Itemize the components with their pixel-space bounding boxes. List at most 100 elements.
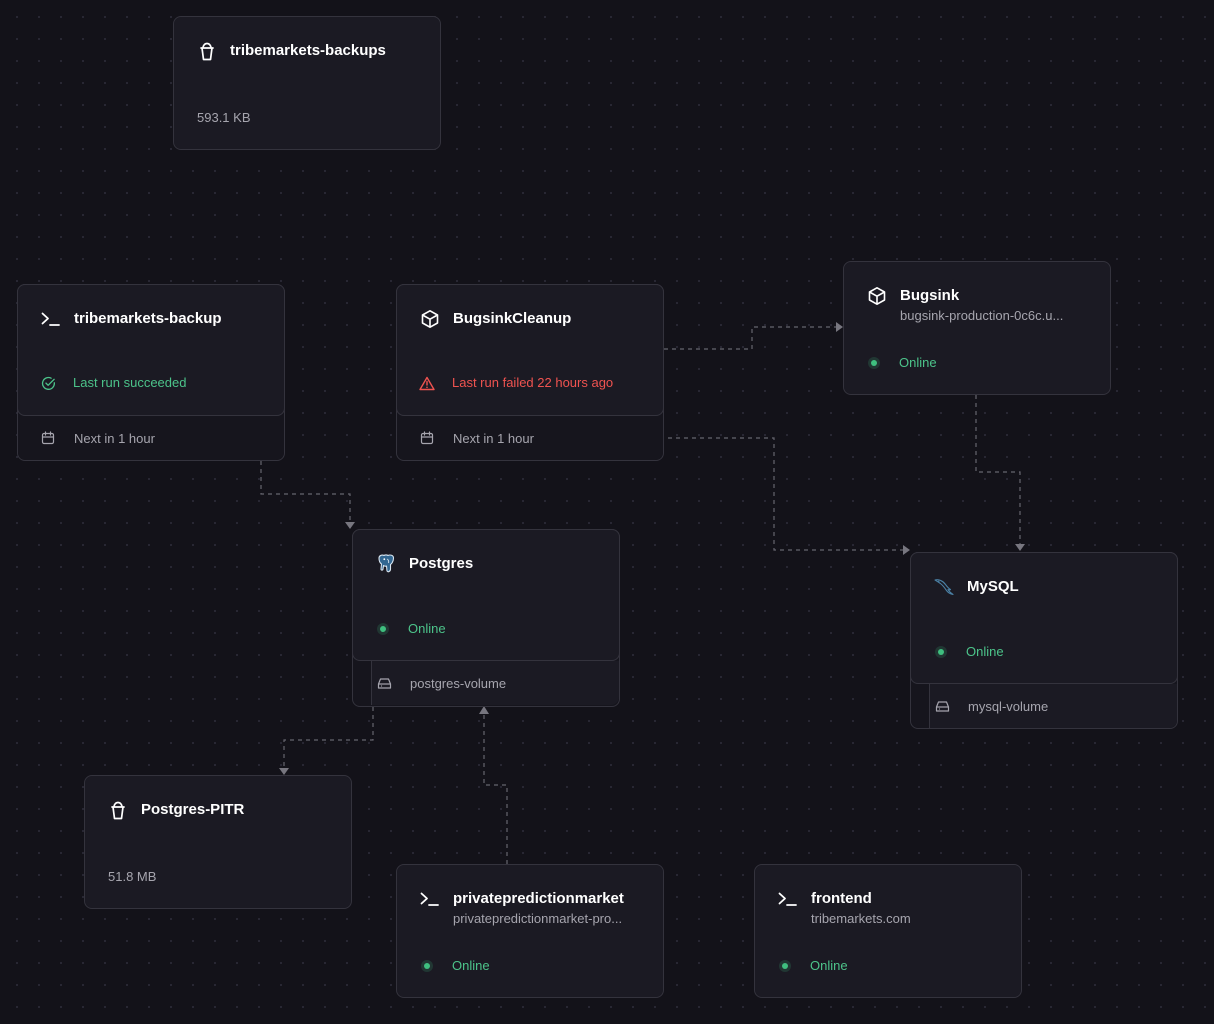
node-body: Postgres-PITR 51.8 MB (85, 776, 351, 908)
node-title: Postgres-PITR (141, 801, 245, 818)
terminal-icon (40, 308, 62, 330)
volume-attachment[interactable]: postgres-volume (371, 661, 619, 705)
node-body: Bugsink bugsink-production-0c6c.u... Onl… (844, 262, 1110, 394)
node-title: tribemarkets-backup (74, 310, 222, 327)
edge-arrow-bugsink-left (836, 322, 843, 332)
edge-cleanup-to-mysql (668, 437, 903, 551)
project-canvas[interactable]: tribemarkets-backups 593.1 KB tribemarke… (0, 0, 1214, 1024)
edge-ppm-to-postgres (483, 714, 508, 864)
node-body: Postgres Online (352, 529, 620, 661)
node-header: Postgres (375, 552, 597, 575)
run-status-text: Last run failed 22 hours ago (452, 375, 614, 390)
node-domain: privatepredictionmarket-pro... (453, 911, 623, 926)
service-status-text: Online (452, 958, 490, 973)
volume-footer[interactable]: postgres-volume (353, 661, 619, 705)
cube-icon (419, 308, 441, 330)
terminal-icon (777, 888, 799, 910)
hard-drive-icon (376, 675, 392, 691)
volume-name: mysql-volume (968, 698, 1049, 714)
bucket-icon (196, 40, 218, 62)
volume-stub (911, 684, 929, 728)
node-body: privatepredictionmarket privatepredictio… (397, 865, 663, 997)
node-body: BugsinkCleanup Last run failed 22 hours … (396, 284, 664, 416)
node-body: MySQL Online (910, 552, 1178, 684)
calendar-icon (419, 430, 435, 446)
online-dot-icon (375, 621, 391, 637)
edge-arrow-pitr-top (279, 768, 289, 775)
run-status: Last run succeeded (40, 374, 186, 392)
bucket-size: 51.8 MB (108, 869, 157, 884)
mysql-dolphin-icon (933, 576, 955, 598)
online-dot-icon (866, 355, 882, 371)
edge-postgres-to-pitr (283, 707, 374, 768)
node-title: MySQL (967, 578, 1019, 595)
node-body: tribemarkets-backup Last run succeeded (17, 284, 285, 416)
service-status-text: Online (810, 958, 848, 973)
node-postgres[interactable]: Postgres Online postgres-volume (352, 529, 620, 707)
check-circle-icon (40, 375, 56, 391)
schedule-footer: Next in 1 hour (397, 416, 663, 460)
postgres-elephant-icon (375, 553, 397, 575)
node-title: Bugsink (900, 287, 960, 304)
node-bugsink[interactable]: Bugsink bugsink-production-0c6c.u... Onl… (843, 261, 1111, 395)
node-title: Postgres (409, 555, 474, 572)
node-body: frontend tribemarkets.com Online (755, 865, 1021, 997)
node-header: tribemarkets-backup (40, 307, 262, 330)
node-title: BugsinkCleanup (453, 310, 572, 327)
schedule-text: Next in 1 hour (453, 430, 534, 446)
node-title: tribemarkets-backups (230, 42, 386, 59)
bucket-icon (107, 799, 129, 821)
node-postgres-pitr[interactable]: Postgres-PITR 51.8 MB (84, 775, 352, 909)
node-mysql[interactable]: MySQL Online mysql-volume (910, 552, 1178, 729)
run-status: Last run failed 22 hours ago (419, 374, 613, 392)
node-tribemarkets-backups[interactable]: tribemarkets-backups 593.1 KB (173, 16, 441, 150)
volume-footer[interactable]: mysql-volume (911, 684, 1177, 728)
edge-backup-to-postgres (260, 461, 351, 522)
service-status-text: Online (899, 355, 937, 370)
edge-arrow-mysql-left (903, 545, 910, 555)
online-dot-icon (777, 958, 793, 974)
service-status-text: Online (408, 621, 446, 636)
node-header: privatepredictionmarket privatepredictio… (419, 887, 641, 928)
run-status-text: Last run succeeded (73, 375, 187, 390)
service-status-text: Online (966, 644, 1004, 659)
node-header: Postgres-PITR (107, 798, 329, 821)
online-dot-icon (933, 644, 949, 660)
node-header: BugsinkCleanup (419, 307, 641, 330)
node-title: privatepredictionmarket (453, 890, 624, 907)
calendar-icon (40, 430, 56, 446)
service-status: Online (866, 354, 937, 372)
service-status: Online (933, 643, 1004, 661)
volume-stub (353, 661, 371, 705)
node-header: Bugsink bugsink-production-0c6c.u... (866, 284, 1088, 325)
bucket-size: 593.1 KB (197, 110, 251, 125)
service-status: Online (375, 620, 446, 638)
schedule-footer: Next in 1 hour (18, 416, 284, 460)
edge-arrow-postgres-bottom (479, 706, 489, 714)
edge-arrow-postgres-top (345, 522, 355, 529)
hard-drive-icon (934, 698, 950, 714)
warning-triangle-icon (419, 375, 435, 391)
node-body: tribemarkets-backups 593.1 KB (174, 17, 440, 149)
service-status: Online (419, 957, 490, 975)
node-header: tribemarkets-backups (196, 39, 418, 62)
volume-name: postgres-volume (410, 675, 507, 691)
terminal-icon (419, 888, 441, 910)
edge-bugsink-to-mysql (975, 395, 1021, 544)
node-title: frontend (811, 890, 872, 907)
volume-attachment[interactable]: mysql-volume (929, 684, 1177, 728)
node-domain: bugsink-production-0c6c.u... (900, 308, 1064, 323)
node-bugsink-cleanup[interactable]: BugsinkCleanup Last run failed 22 hours … (396, 284, 664, 461)
edge-arrow-mysql-top (1015, 544, 1025, 551)
schedule-text: Next in 1 hour (74, 430, 155, 446)
node-header: MySQL (933, 575, 1155, 598)
node-tribemarkets-backup[interactable]: tribemarkets-backup Last run succeeded N… (17, 284, 285, 461)
node-header: frontend tribemarkets.com (777, 887, 999, 928)
edge-cleanup-to-bugsink (664, 326, 836, 350)
online-dot-icon (419, 958, 435, 974)
node-frontend[interactable]: frontend tribemarkets.com Online (754, 864, 1022, 998)
node-domain: tribemarkets.com (811, 911, 911, 926)
service-status: Online (777, 957, 848, 975)
node-privatepredictionmarket[interactable]: privatepredictionmarket privatepredictio… (396, 864, 664, 998)
cube-icon (866, 285, 888, 307)
